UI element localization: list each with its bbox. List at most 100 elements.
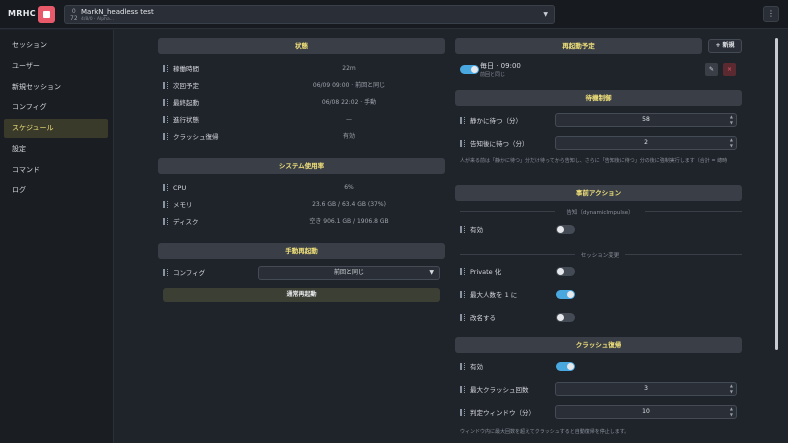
standby-header: 待機制御	[455, 90, 742, 106]
app-brand: MRHC	[8, 9, 36, 18]
status-value-crash: 有効	[342, 133, 355, 140]
pre-action-session-subhead: セッション変更	[580, 253, 620, 259]
list-icon	[460, 140, 465, 147]
pre-action-notice-subhead: 告知（dynamicImpulse）	[566, 210, 634, 216]
list-icon	[460, 226, 465, 233]
list-icon	[460, 291, 465, 298]
divider	[625, 254, 742, 255]
divider	[645, 211, 742, 212]
list-icon	[460, 117, 465, 124]
divider	[460, 211, 555, 212]
normal-restart-button[interactable]: 通常再起動	[163, 288, 440, 302]
stepper-icon[interactable]: ▲ ▼	[730, 114, 733, 126]
edit-icon[interactable]: ✎	[705, 63, 718, 76]
sidebar-item-new-session[interactable]: 新規セッション	[4, 78, 108, 97]
chevron-down-icon: ▼	[429, 269, 434, 276]
manual-header: 手動再起動	[158, 243, 445, 259]
crash-header: クラッシュ復帰	[455, 337, 742, 353]
system-header: システム使用率	[158, 158, 445, 174]
status-value-last: 06/08 22:02 · 手動	[321, 99, 377, 106]
list-icon	[460, 268, 465, 275]
pre-action-rename-toggle[interactable]	[556, 313, 575, 322]
stepper-icon[interactable]: ▲ ▼	[730, 137, 733, 149]
list-icon	[163, 99, 168, 106]
sidebar-item-commands[interactable]: コマンド	[4, 161, 108, 180]
list-icon	[163, 133, 168, 140]
sidebar-item-schedule[interactable]: スケジュール	[4, 119, 108, 138]
system-value-cpu: 6%	[344, 184, 354, 191]
list-icon	[163, 218, 168, 225]
status-label-progress: 進行状態	[163, 115, 199, 125]
list-icon	[460, 409, 465, 416]
pre-action-enabled-label: 有効	[460, 225, 483, 235]
pre-action-rename-label: 改名する	[460, 313, 496, 323]
list-icon	[163, 65, 168, 72]
more-menu-button[interactable]: ⋮	[763, 6, 779, 22]
session-name: MarkN_headless test	[81, 8, 154, 16]
new-schedule-button[interactable]: + 新規	[708, 39, 742, 53]
manual-config-select[interactable]: 前回と同じ ▼	[258, 266, 440, 280]
stepper-icon[interactable]: ▲ ▼	[730, 383, 733, 395]
session-meta: 4/8/0 · Alpha...	[81, 17, 114, 22]
manual-config-label: コンフィグ	[163, 268, 205, 278]
schedule-entry-time: 毎日 · 09:00	[480, 62, 521, 70]
schedule-entry-sub: 前回と同じ	[480, 72, 506, 78]
system-label-memory: メモリ	[163, 200, 193, 210]
standby-wait-label: 静かに待つ（分）	[460, 116, 522, 126]
crash-window-label: 判定ウィンドウ（分）	[460, 408, 535, 418]
list-icon	[163, 82, 168, 89]
sidebar: セッション ユーザー 新規セッション コンフィグ スケジュール 設定 コマンド …	[0, 30, 114, 443]
system-label-cpu: CPU	[163, 183, 186, 193]
top-bar: MRHC 0 72 MarkN_headless test 4/8/0 · Alp…	[0, 0, 788, 29]
stop-button[interactable]	[38, 6, 55, 23]
crash-max-label: 最大クラッシュ回数	[460, 385, 529, 395]
crash-note: ウィンドウ内に最大回数を超えてクラッシュすると自動復帰を停止します。	[460, 429, 630, 435]
scrollbar[interactable]	[775, 38, 778, 350]
schedule-entry-toggle[interactable]	[460, 65, 479, 74]
status-label-uptime: 稼働時間	[163, 64, 199, 74]
list-icon	[460, 386, 465, 393]
status-header: 状態	[158, 38, 445, 54]
sidebar-item-sessions[interactable]: セッション	[4, 36, 108, 55]
status-value-next: 06/09 09:00 · 前回と同じ	[312, 82, 386, 89]
pre-action-header: 事前アクション	[455, 185, 742, 201]
pre-action-max-users-toggle[interactable]	[556, 290, 575, 299]
status-label-next: 次回予定	[163, 81, 199, 91]
schedule-header: 再起動予定	[455, 38, 702, 54]
session-select[interactable]: 0 72 MarkN_headless test 4/8/0 · Alpha...…	[64, 5, 555, 24]
status-label-last: 最終起動	[163, 98, 199, 108]
divider	[460, 254, 575, 255]
list-icon	[163, 184, 168, 191]
stepper-icon[interactable]: ▲ ▼	[730, 406, 733, 418]
delete-icon[interactable]: ×	[723, 63, 736, 76]
chevron-down-icon: ▼	[543, 11, 548, 18]
system-value-memory: 23.6 GB / 63.4 GB (37%)	[312, 201, 386, 208]
sidebar-item-config[interactable]: コンフィグ	[4, 98, 108, 117]
sidebar-item-users[interactable]: ユーザー	[4, 57, 108, 76]
standby-notice-label: 告知後に待つ（分）	[460, 139, 529, 149]
crash-window-input[interactable]: 10 ▲ ▼	[555, 405, 737, 419]
status-value-progress: —	[346, 116, 352, 123]
list-icon	[163, 269, 168, 276]
list-icon	[163, 201, 168, 208]
pre-action-enabled-toggle[interactable]	[556, 225, 575, 234]
status-value-uptime: 22m	[342, 65, 356, 72]
standby-notice-input[interactable]: 2 ▲ ▼	[555, 136, 737, 150]
system-value-disk: 空き 906.1 GB / 1906.8 GB	[309, 218, 389, 225]
session-count: 0 72	[70, 8, 78, 22]
sidebar-item-settings[interactable]: 設定	[4, 140, 108, 159]
crash-max-input[interactable]: 3 ▲ ▼	[555, 382, 737, 396]
system-label-disk: ディスク	[163, 217, 199, 227]
crash-enabled-toggle[interactable]	[556, 362, 575, 371]
list-icon	[460, 314, 465, 321]
pre-action-private-label: Private 化	[460, 267, 501, 277]
standby-note: 人が来る前は「静かに待つ」分だけ待ってから告知し、さらに「告知後に待つ」分の後に…	[460, 158, 728, 164]
pre-action-private-toggle[interactable]	[556, 267, 575, 276]
stop-icon	[43, 11, 50, 18]
pre-action-max-users-label: 最大人数を 1 に	[460, 290, 517, 300]
status-label-crash: クラッシュ復帰	[163, 132, 219, 142]
crash-enabled-label: 有効	[460, 362, 483, 372]
standby-wait-input[interactable]: 58 ▲ ▼	[555, 113, 737, 127]
sidebar-item-logs[interactable]: ログ	[4, 181, 108, 200]
list-icon	[460, 363, 465, 370]
